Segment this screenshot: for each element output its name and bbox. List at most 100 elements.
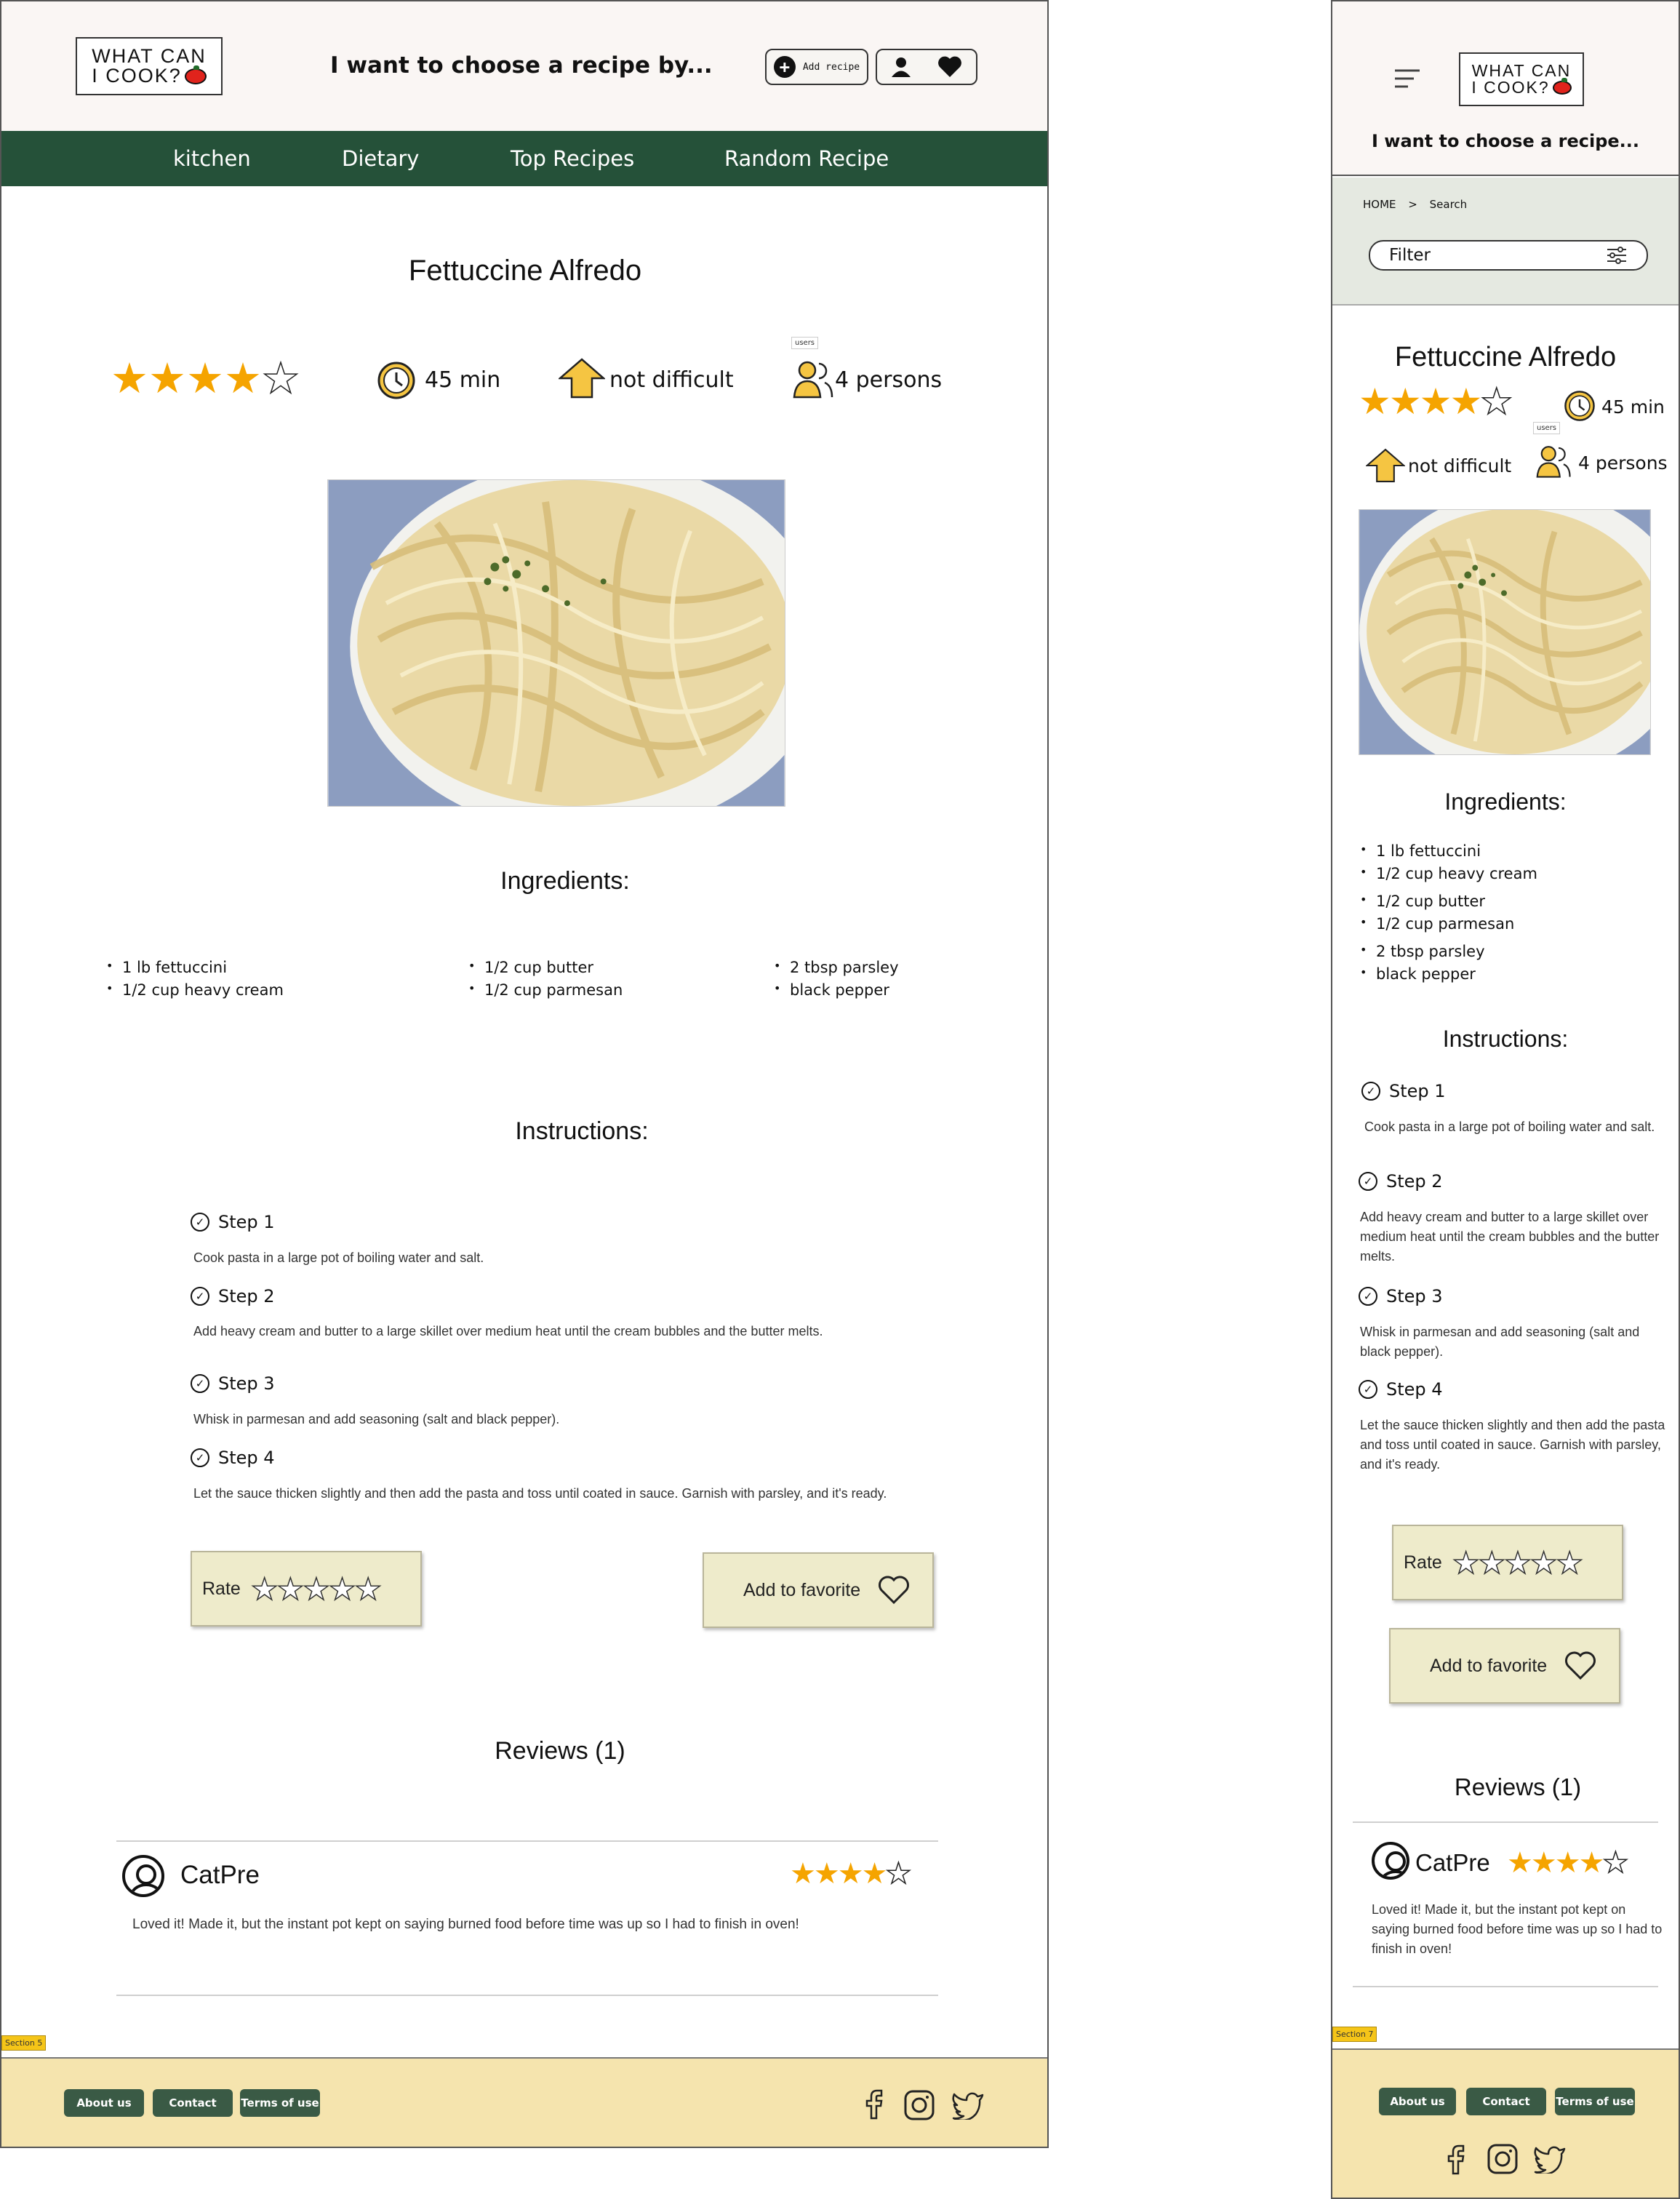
step-title: ✓ Step 2 [191, 1286, 275, 1306]
recipe-time: 45 min [425, 367, 501, 393]
step-description: Whisk in parmesan and add seasoning (sal… [193, 1412, 560, 1426]
ingredients-heading: Ingredients: [500, 867, 630, 895]
recipe-rating: ★★★★★ [1359, 380, 1513, 423]
add-recipe-label: Add recipe [802, 61, 860, 73]
facebook-icon[interactable] [1441, 2143, 1471, 2175]
step-label: Step 2 [218, 1286, 275, 1306]
step-title: ✓ Step 1 [1361, 1081, 1446, 1101]
clock-icon [377, 362, 415, 399]
ingredient-item: black pepper [1360, 965, 1537, 983]
star-icon: ★ [1449, 380, 1482, 423]
terms-button[interactable]: Terms of use [1555, 2088, 1635, 2115]
star-icon: ★ [1359, 380, 1391, 423]
ingredients-heading: Ingredients: [1444, 789, 1567, 815]
nav-item-top-recipes[interactable]: Top Recipes [511, 146, 634, 171]
filter-button[interactable]: Filter [1369, 240, 1648, 271]
nav-item-dietary[interactable]: Dietary [342, 146, 419, 171]
rate-stars[interactable]: ★★★★★ [250, 1571, 383, 1608]
recipe-title: Fettuccine Alfredo [408, 255, 642, 287]
step-description: Cook pasta in a large pot of boiling wat… [1364, 1120, 1655, 1134]
choose-heading: I want to choose a recipe by... [330, 52, 713, 79]
step-title: ✓ Step 3 [1359, 1286, 1443, 1306]
rate-button[interactable]: Rate ★★★★★ [1392, 1525, 1623, 1600]
choose-heading: I want to choose a recipe... [1371, 131, 1639, 151]
star-icon: ★ [1388, 380, 1422, 423]
instagram-icon[interactable] [903, 2089, 935, 2121]
instructions-heading: Instructions: [515, 1117, 649, 1145]
twitter-icon[interactable] [1533, 2144, 1567, 2174]
mobile-frame: WHAT CAN I COOK? I want to choose a reci… [1331, 0, 1680, 2199]
divider [1353, 1986, 1658, 1987]
logo-line-1: WHAT CAN [1471, 61, 1572, 80]
star-icon: ★ [148, 354, 186, 403]
instagram-icon[interactable] [1487, 2143, 1519, 2175]
divider [116, 1840, 938, 1842]
step-title: ✓ Step 1 [191, 1212, 275, 1232]
about-us-button[interactable]: About us [64, 2089, 144, 2117]
ingredient-item: 1 lb fettuccini [1360, 842, 1537, 860]
difficulty-arrow-icon [559, 358, 605, 399]
rate-stars[interactable]: ★★★★★ [1452, 1544, 1584, 1581]
section-tag: Section 7 [1332, 2027, 1377, 2042]
step-label: Step 4 [1386, 1379, 1443, 1400]
step-description: Cook pasta in a large pot of boiling wat… [193, 1250, 484, 1265]
ingredient-item: 1/2 cup parmesan [468, 981, 623, 999]
footer: About us Contact Terms of use [1, 2057, 1047, 2147]
star-icon: ★ [111, 354, 148, 403]
heart-outline-icon [1565, 1651, 1596, 1680]
ingredients-list-col2: 1/2 cup butter 1/2 cup parmesan [468, 959, 623, 1004]
divider [1353, 1821, 1658, 1823]
sliders-icon [1607, 247, 1626, 264]
check-icon: ✓ [191, 1448, 209, 1467]
contact-button[interactable]: Contact [1466, 2088, 1546, 2115]
ingredient-item: 1/2 cup parmesan [1360, 915, 1537, 933]
instructions-heading: Instructions: [1442, 1026, 1569, 1052]
clock-icon [1564, 391, 1595, 421]
review-user: CatPre [180, 1861, 260, 1889]
add-favorite-button[interactable]: Add to favorite [703, 1552, 934, 1628]
menu-icon[interactable] [1393, 68, 1421, 89]
footer: About us Contact Terms of use [1332, 2048, 1679, 2198]
ingredient-item: 1 lb fettuccini [106, 959, 284, 976]
star-icon: ★ [1554, 1846, 1581, 1880]
logo[interactable]: WHAT CAN I COOK? [76, 37, 223, 95]
user-actions [876, 49, 977, 85]
tomato-icon [184, 65, 207, 84]
facebook-icon[interactable] [860, 2088, 889, 2120]
user-icon[interactable] [890, 56, 912, 78]
mobile-header: WHAT CAN I COOK? I want to choose a reci… [1332, 1, 1679, 176]
main-nav: kitchen Dietary Top Recipes Random Recip… [1, 131, 1047, 186]
heart-icon[interactable] [937, 55, 963, 79]
star-empty-icon: ★ [261, 354, 300, 403]
step-title: ✓ Step 4 [191, 1448, 275, 1468]
star-empty-icon: ★ [885, 1856, 912, 1891]
filter-label: Filter [1389, 246, 1431, 265]
step-description: Let the sauce thicken slightly and then … [1360, 1418, 1665, 1472]
review-user: CatPre [1415, 1849, 1490, 1876]
nav-item-kitchen[interactable]: kitchen [173, 146, 251, 171]
reviews-heading: Reviews (1) [495, 1737, 625, 1765]
about-us-button[interactable]: About us [1379, 2088, 1456, 2115]
check-icon: ✓ [191, 1374, 209, 1393]
review-rating: ★★★★★ [790, 1856, 912, 1891]
add-favorite-button[interactable]: Add to favorite [1389, 1628, 1620, 1704]
logo-line-1: WHAT CAN [92, 45, 207, 67]
add-recipe-button[interactable]: + Add recipe [765, 49, 868, 85]
contact-button[interactable]: Contact [153, 2089, 233, 2117]
check-icon: ✓ [1359, 1287, 1377, 1306]
nav-item-random-recipe[interactable]: Random Recipe [724, 146, 889, 171]
star-icon: ★ [1507, 1846, 1533, 1880]
recipe-rating: ★★★★★ [111, 354, 300, 403]
star-icon: ★ [1530, 1846, 1557, 1880]
logo[interactable]: WHAT CAN I COOK? [1459, 52, 1584, 106]
breadcrumb-home[interactable]: HOME [1363, 198, 1396, 211]
rate-button[interactable]: Rate ★★★★★ [191, 1551, 422, 1627]
step-title: ✓ Step 4 [1359, 1379, 1443, 1400]
star-empty-icon: ★ [1480, 380, 1513, 423]
logo-line-2: I COOK? [1471, 78, 1550, 97]
step-description: Let the sauce thicken slightly and then … [193, 1486, 887, 1501]
twitter-icon[interactable] [951, 2091, 985, 2120]
check-icon: ✓ [191, 1213, 209, 1232]
filter-band: HOME > Search Filter [1332, 177, 1679, 306]
terms-button[interactable]: Terms of use [240, 2089, 320, 2117]
